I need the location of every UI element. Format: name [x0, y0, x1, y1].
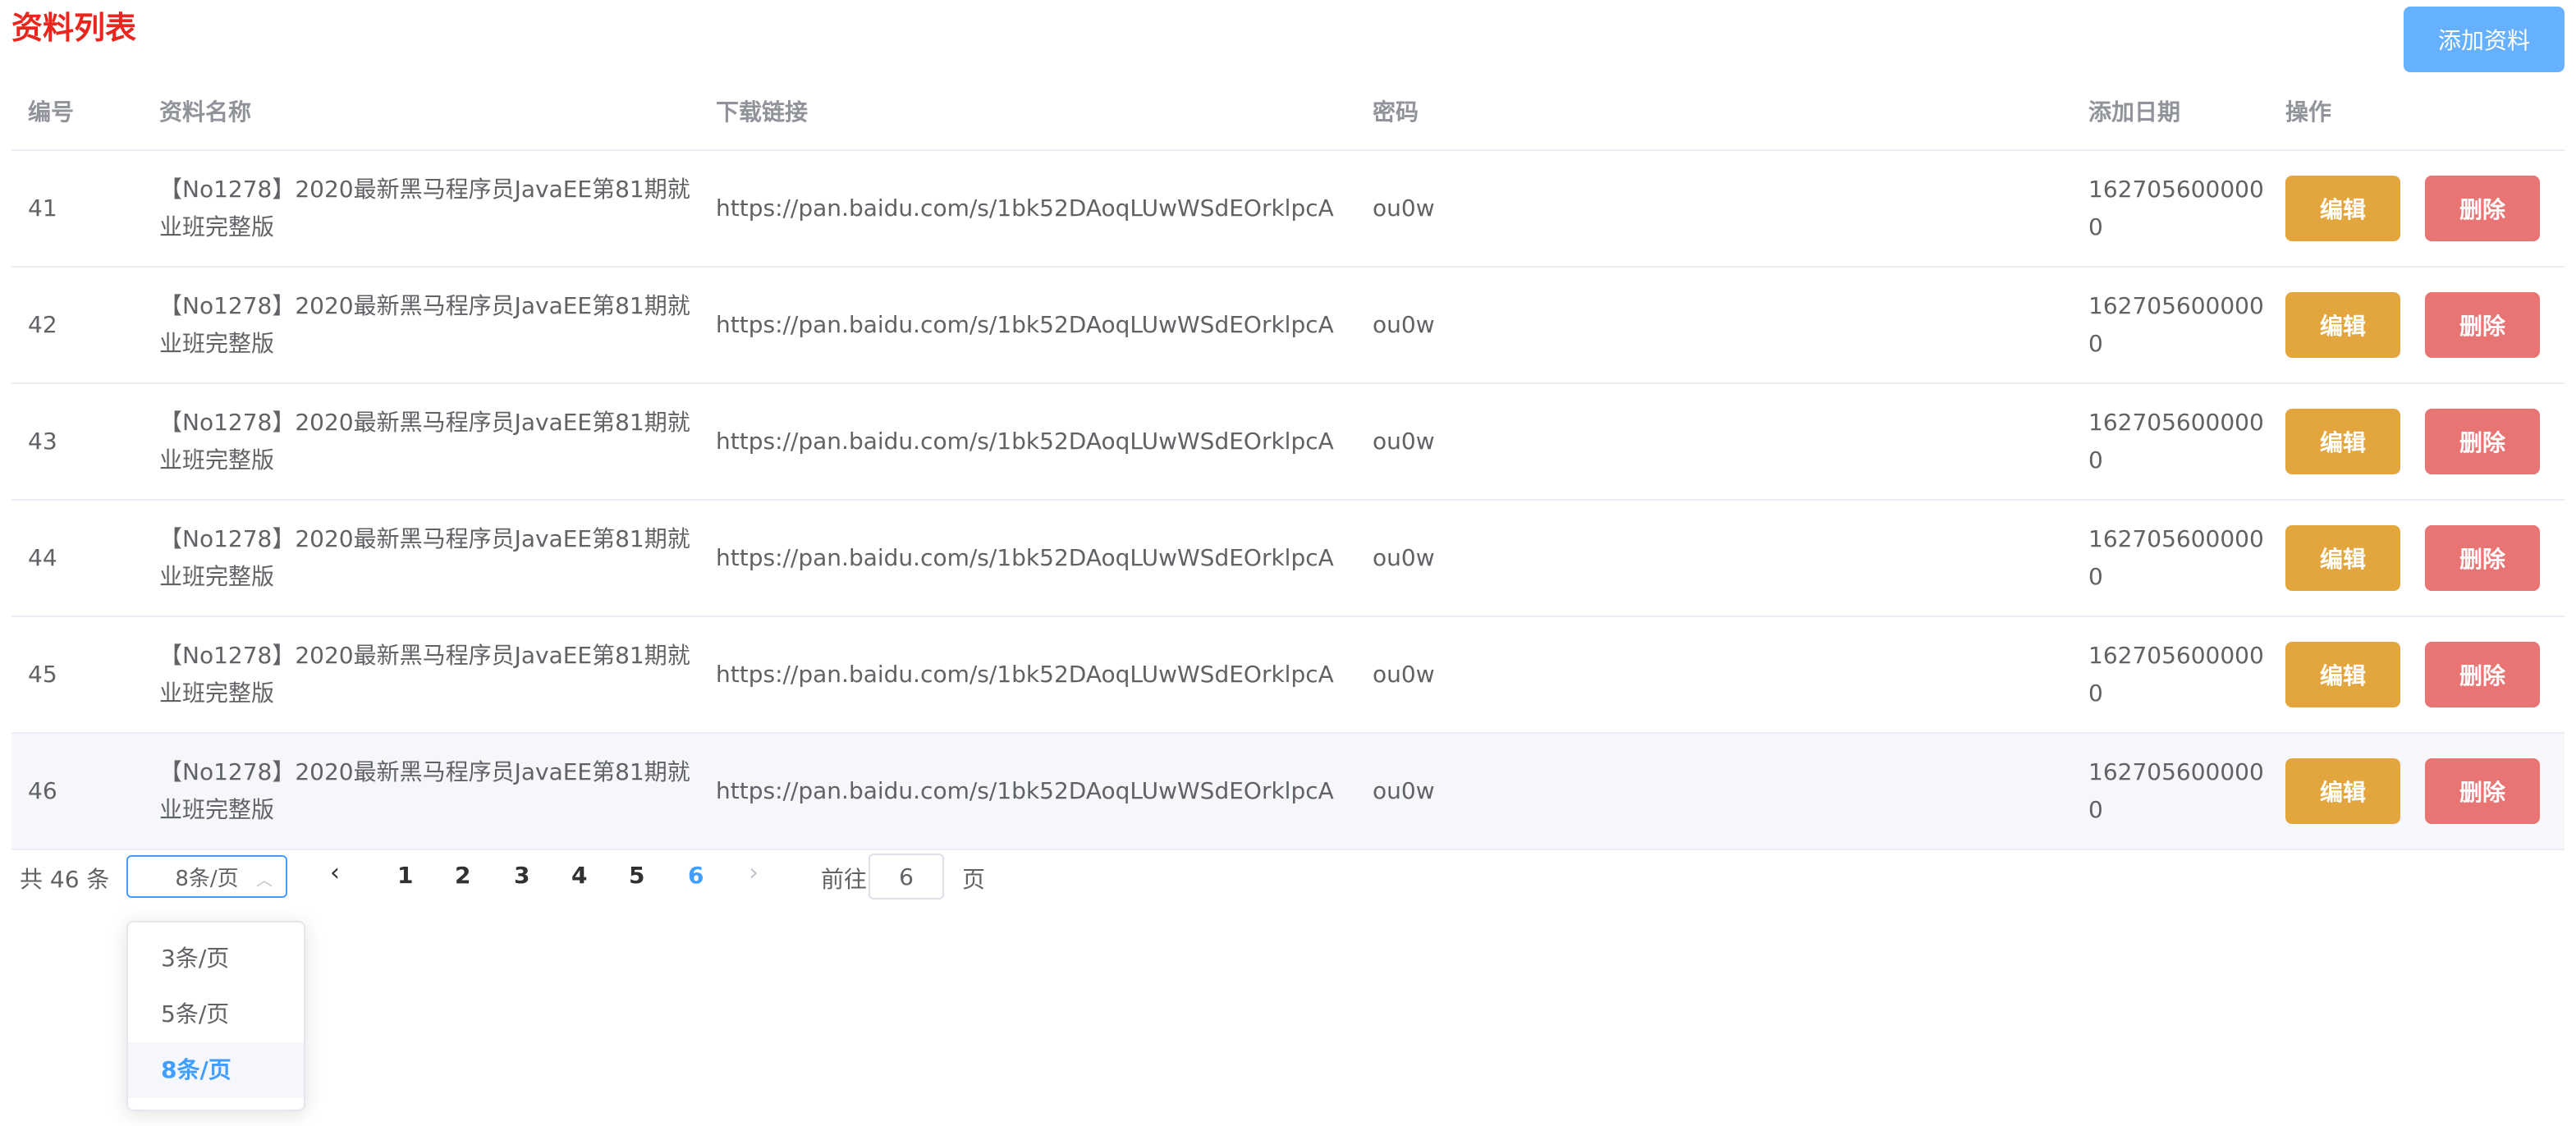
edit-button[interactable]: 编辑 [2285, 292, 2400, 358]
prev-page-icon[interactable]: ‹ [330, 858, 340, 887]
table-body: 41 【No1278】2020最新黑马程序员JavaEE第81期就业班完整版 htt… [11, 151, 2565, 850]
page-size-select[interactable]: 8条/页 ︿ [126, 855, 287, 898]
row-link: https://pan.baidu.com/s/1bk52DAoqLUwWSdE… [716, 661, 1334, 688]
page-number-6[interactable]: 6 [688, 862, 704, 889]
page-number-3[interactable]: 3 [514, 862, 529, 889]
row-link: https://pan.baidu.com/s/1bk52DAoqLUwWSdE… [716, 777, 1334, 804]
row-link: https://pan.baidu.com/s/1bk52DAoqLUwWSdE… [716, 195, 1334, 222]
row-id: 45 [28, 661, 57, 688]
row-id: 41 [28, 195, 57, 222]
row-id: 42 [28, 311, 57, 338]
pagination-total: 共 46 条 [20, 866, 110, 893]
delete-button[interactable]: 删除 [2425, 525, 2540, 591]
row-link: https://pan.baidu.com/s/1bk52DAoqLUwWSdE… [716, 311, 1334, 338]
table-row: 42 【No1278】2020最新黑马程序员JavaEE第81期就业班完整版 htt… [11, 268, 2565, 384]
row-actions: 编辑 删除 [2285, 384, 2565, 499]
delete-button[interactable]: 删除 [2425, 292, 2540, 358]
table-row: 46 【No1278】2020最新黑马程序员JavaEE第81期就业班完整版 htt… [11, 734, 2565, 850]
page-number-1[interactable]: 1 [397, 862, 413, 889]
row-date: 1627056000000 [2088, 292, 2264, 357]
row-id: 46 [28, 777, 57, 804]
row-name: 【No1278】2020最新黑马程序员JavaEE第81期就业班完整版 [159, 525, 690, 590]
row-name: 【No1278】2020最新黑马程序员JavaEE第81期就业班完整版 [159, 409, 690, 474]
row-actions: 编辑 删除 [2285, 151, 2565, 266]
edit-button[interactable]: 编辑 [2285, 525, 2400, 591]
row-date: 1627056000000 [2088, 525, 2264, 590]
row-name: 【No1278】2020最新黑马程序员JavaEE第81期就业班完整版 [159, 758, 690, 823]
row-name: 【No1278】2020最新黑马程序员JavaEE第81期就业班完整版 [159, 642, 690, 707]
row-link: https://pan.baidu.com/s/1bk52DAoqLUwWSdE… [716, 428, 1334, 455]
edit-button[interactable]: 编辑 [2285, 409, 2400, 474]
row-actions: 编辑 删除 [2285, 268, 2565, 382]
page: 资料列表 添加资料 编号 资料名称 下载链接 密码 添加日期 操作 41 【No1… [0, 0, 2576, 1126]
edit-button[interactable]: 编辑 [2285, 642, 2400, 707]
row-actions: 编辑 删除 [2285, 501, 2565, 616]
table-row: 41 【No1278】2020最新黑马程序员JavaEE第81期就业班完整版 htt… [11, 151, 2565, 268]
table-row: 44 【No1278】2020最新黑马程序员JavaEE第81期就业班完整版 htt… [11, 501, 2565, 617]
page-size-value: 8条/页 [175, 866, 239, 891]
row-actions: 编辑 删除 [2285, 734, 2565, 849]
delete-button[interactable]: 删除 [2425, 176, 2540, 241]
row-date: 1627056000000 [2088, 642, 2264, 707]
header-name: 资料名称 [159, 98, 252, 126]
page-title: 资料列表 [11, 10, 137, 46]
next-page-icon[interactable]: › [749, 858, 759, 887]
table-row: 43 【No1278】2020最新黑马程序员JavaEE第81期就业班完整版 htt… [11, 384, 2565, 501]
page-number-4[interactable]: 4 [571, 862, 587, 889]
page-jumper-input[interactable] [869, 854, 944, 899]
row-password: ou0w [1373, 544, 1435, 571]
row-name: 【No1278】2020最新黑马程序员JavaEE第81期就业班完整版 [159, 292, 690, 357]
row-date: 1627056000000 [2088, 176, 2264, 240]
row-date: 1627056000000 [2088, 758, 2264, 823]
header-password: 密码 [1373, 98, 1419, 126]
page-number-2[interactable]: 2 [455, 862, 470, 889]
row-id: 43 [28, 428, 57, 455]
row-password: ou0w [1373, 311, 1435, 338]
page-size-option-5[interactable]: 5条/页 [128, 986, 304, 1042]
chevron-up-icon: ︿ [256, 870, 273, 890]
row-id: 44 [28, 544, 57, 571]
materials-table: 编号 资料名称 下载链接 密码 添加日期 操作 41 【No1278】2020最新… [11, 76, 2565, 850]
row-password: ou0w [1373, 661, 1435, 688]
add-material-button[interactable]: 添加资料 [2404, 7, 2565, 72]
table-row: 45 【No1278】2020最新黑马程序员JavaEE第81期就业班完整版 htt… [11, 617, 2565, 734]
header-date: 添加日期 [2088, 98, 2181, 126]
page-size-option-3[interactable]: 3条/页 [128, 931, 304, 986]
page-number-5[interactable]: 5 [629, 862, 644, 889]
edit-button[interactable]: 编辑 [2285, 758, 2400, 824]
row-password: ou0w [1373, 777, 1435, 804]
edit-button[interactable]: 编辑 [2285, 176, 2400, 241]
delete-button[interactable]: 删除 [2425, 642, 2540, 707]
header-ops: 操作 [2285, 98, 2332, 126]
row-password: ou0w [1373, 195, 1435, 222]
row-name: 【No1278】2020最新黑马程序员JavaEE第81期就业班完整版 [159, 176, 690, 240]
row-password: ou0w [1373, 428, 1435, 455]
header-link: 下载链接 [716, 98, 809, 126]
page-size-dropdown: 3条/页 5条/页 8条/页 [126, 921, 305, 1111]
delete-button[interactable]: 删除 [2425, 758, 2540, 824]
pagination: 共 46 条 8条/页 ︿ ‹ 1 2 3 4 5 6 › 前往 页 [11, 850, 1161, 903]
row-actions: 编辑 删除 [2285, 617, 2565, 732]
jumper-suffix: 页 [962, 866, 986, 893]
header-id: 编号 [28, 98, 75, 126]
page-size-option-8[interactable]: 8条/页 [128, 1042, 304, 1098]
jumper-prefix: 前往 [821, 866, 868, 893]
table-header: 编号 资料名称 下载链接 密码 添加日期 操作 [11, 76, 2565, 151]
delete-button[interactable]: 删除 [2425, 409, 2540, 474]
row-date: 1627056000000 [2088, 409, 2264, 474]
row-link: https://pan.baidu.com/s/1bk52DAoqLUwWSdE… [716, 544, 1334, 571]
